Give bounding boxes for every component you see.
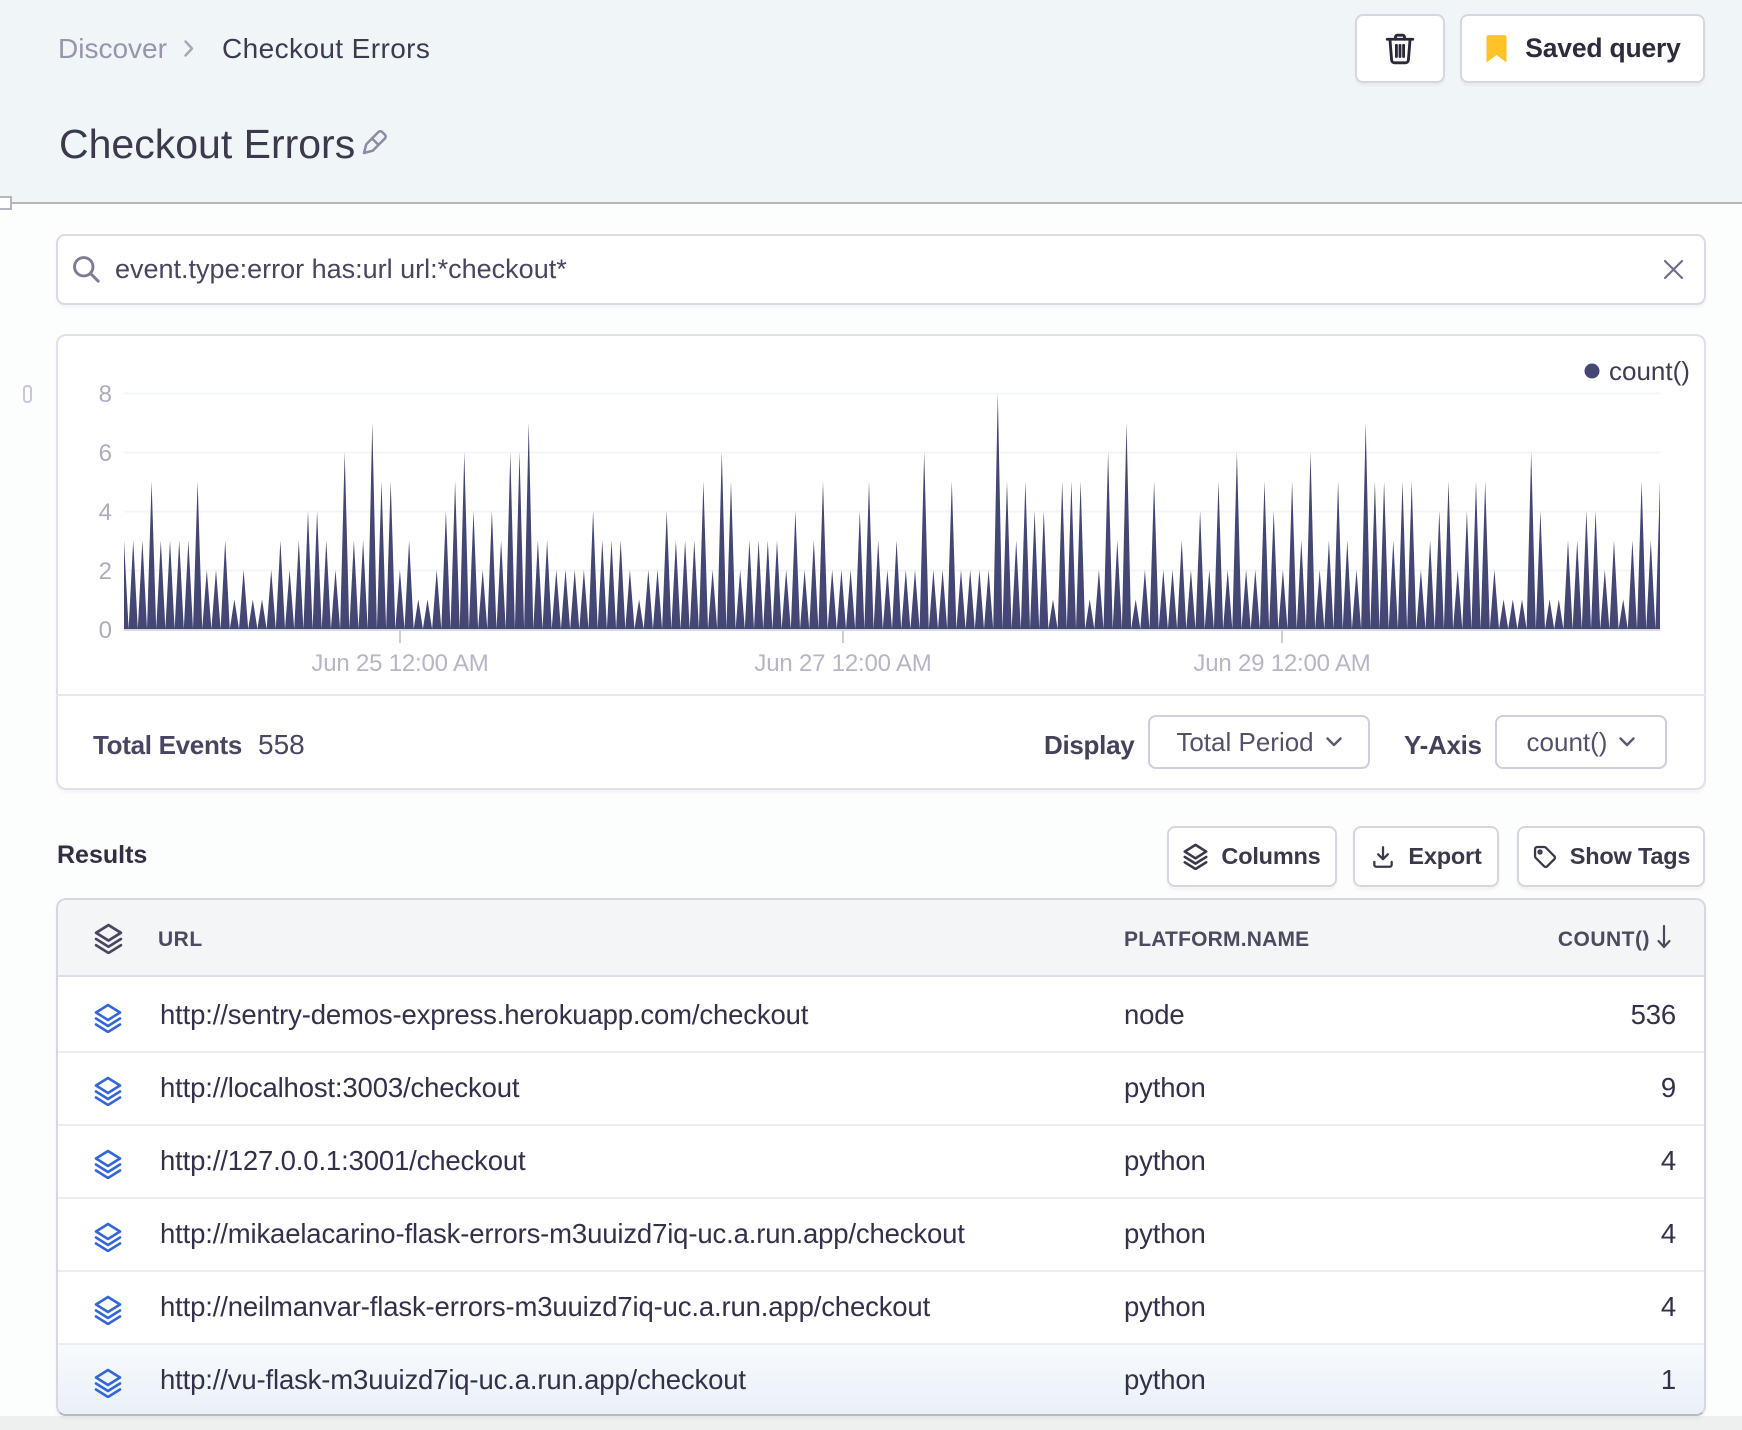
svg-text:8: 8 xyxy=(99,381,112,408)
svg-text:Jun 29 12:00 AM: Jun 29 12:00 AM xyxy=(1193,650,1370,677)
svg-text:0: 0 xyxy=(99,617,112,644)
svg-text:2: 2 xyxy=(99,558,112,585)
svg-text:4: 4 xyxy=(99,499,112,526)
svg-text:count(): count() xyxy=(1609,356,1690,386)
svg-text:Jun 27 12:00 AM: Jun 27 12:00 AM xyxy=(754,650,931,677)
svg-text:Jun 25 12:00 AM: Jun 25 12:00 AM xyxy=(311,650,488,677)
svg-text:6: 6 xyxy=(99,440,112,467)
